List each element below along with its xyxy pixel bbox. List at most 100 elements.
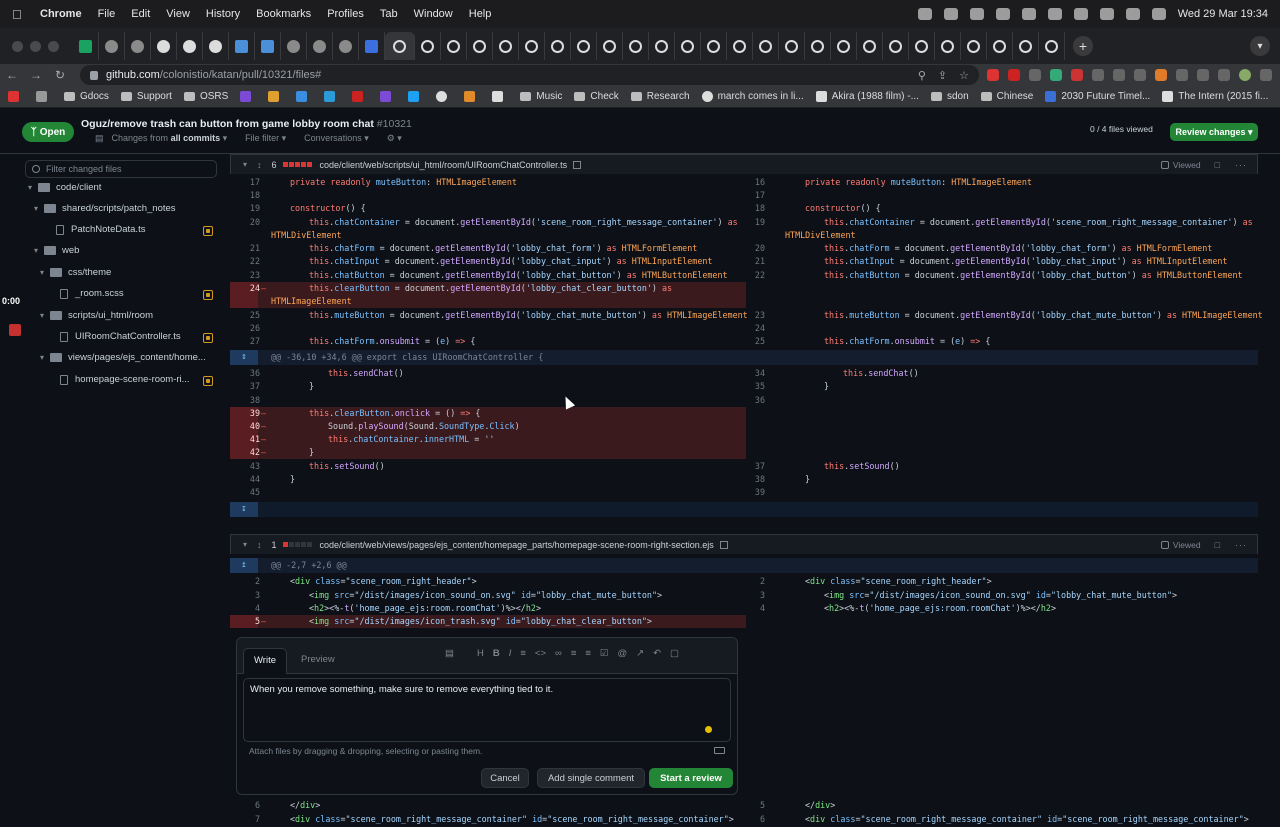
search-icon[interactable]: [1125, 8, 1140, 20]
status-app-icon[interactable]: [1047, 8, 1062, 20]
address-bar[interactable]: github.com/colonistio/katan/pull/10321/f…: [80, 65, 979, 85]
extension-icon[interactable]: [1092, 69, 1104, 81]
copy-icon[interactable]: [573, 160, 582, 169]
menu-edit[interactable]: Edit: [131, 8, 150, 20]
sidepanel-icon[interactable]: [1218, 69, 1230, 81]
zoom-icon[interactable]: ⚲: [918, 69, 926, 82]
collapse-chevron-icon[interactable]: ▾: [243, 540, 247, 549]
tab-preview[interactable]: Preview: [291, 648, 345, 674]
comment-icon[interactable]: □: [1215, 160, 1221, 170]
browser-tab[interactable]: [727, 32, 753, 60]
browser-tab[interactable]: [441, 32, 467, 60]
tree-folder-css-theme[interactable]: ▾ css/theme: [40, 267, 111, 278]
bookmark-item[interactable]: [408, 91, 424, 102]
menu-file[interactable]: File: [98, 8, 116, 20]
browser-tab[interactable]: [467, 32, 493, 60]
menu-view[interactable]: View: [166, 8, 190, 20]
zoom-window-button[interactable]: [48, 40, 59, 52]
line-number[interactable]: 4: [230, 602, 260, 615]
line-number[interactable]: 24: [735, 322, 765, 335]
viewed-checkbox[interactable]: Viewed: [1160, 160, 1201, 170]
browser-tab[interactable]: [415, 32, 441, 60]
browser-tab[interactable]: [961, 32, 987, 60]
browser-tab[interactable]: [99, 32, 125, 60]
wifi-icon[interactable]: [1099, 8, 1114, 20]
line-number[interactable]: 21: [230, 242, 260, 255]
menu-tab[interactable]: Tab: [380, 8, 398, 20]
expand-down-icon[interactable]: ↧: [230, 502, 258, 517]
browser-tab[interactable]: [571, 32, 597, 60]
bookmark-item[interactable]: [436, 91, 452, 102]
gear-icon[interactable]: ⚙ ▾: [387, 133, 402, 144]
expand-lines-icon[interactable]: ↕: [230, 350, 258, 365]
browser-tab[interactable]: [125, 32, 151, 60]
browser-tab[interactable]: [493, 32, 519, 60]
conversations-dropdown[interactable]: Conversations ▾: [304, 133, 369, 144]
line-number[interactable]: 20: [230, 216, 260, 229]
bookmark-item[interactable]: [380, 91, 396, 102]
line-number[interactable]: 5: [230, 615, 260, 628]
extension-icon[interactable]: [1008, 69, 1020, 81]
browser-tab[interactable]: [519, 32, 545, 60]
menu-history[interactable]: History: [206, 8, 240, 20]
line-number[interactable]: 21: [735, 255, 765, 268]
browser-tab[interactable]: [987, 32, 1013, 60]
line-number[interactable]: 42: [230, 446, 260, 459]
line-number[interactable]: 16: [735, 176, 765, 189]
menu-help[interactable]: Help: [469, 8, 492, 20]
bookmark-research[interactable]: Research: [630, 91, 690, 102]
bookmark-sdon[interactable]: sdon: [930, 91, 969, 102]
kebab-menu-icon[interactable]: ···: [1235, 540, 1247, 550]
browser-tab[interactable]: [1039, 32, 1065, 60]
browser-tab[interactable]: [255, 32, 281, 60]
browser-tab[interactable]: [675, 32, 701, 60]
browser-tab[interactable]: [307, 32, 333, 60]
menu-profiles[interactable]: Profiles: [327, 8, 364, 20]
bookmark-chinese[interactable]: Chinese: [980, 91, 1033, 102]
browser-tab[interactable]: [909, 32, 935, 60]
line-number[interactable]: 44: [230, 473, 260, 486]
collapse-chevron-icon[interactable]: ▾: [243, 160, 247, 169]
line-number[interactable]: 27: [230, 335, 260, 348]
start-review-button[interactable]: Start a review: [649, 768, 733, 788]
bookmark-support[interactable]: Support: [120, 91, 172, 102]
line-number[interactable]: 22: [230, 255, 260, 268]
browser-tab[interactable]: [753, 32, 779, 60]
task-list-icon[interactable]: ☑: [600, 648, 609, 659]
bookmark-march[interactable]: march comes in li...: [701, 91, 804, 102]
status-app-icon[interactable]: [995, 8, 1010, 20]
bookmark-akira[interactable]: Akira (1988 film) -...: [815, 91, 919, 102]
expand-all-icon[interactable]: ↕: [257, 540, 262, 550]
metamask-extension-icon[interactable]: [1155, 69, 1167, 81]
line-number[interactable]: 17: [230, 176, 260, 189]
status-app-icon[interactable]: [943, 8, 958, 20]
line-number[interactable]: 37: [230, 380, 260, 393]
tab-search-chevron-icon[interactable]: ▾: [1250, 36, 1270, 56]
suggestion-icon[interactable]: ▤: [445, 648, 454, 659]
bookmark-item[interactable]: [464, 91, 480, 102]
tree-folder-views-pages[interactable]: ▾ views/pages/ejs_content/home...: [40, 352, 206, 363]
comment-textarea[interactable]: When you remove something, make sure to …: [243, 678, 731, 742]
tree-folder-code-client[interactable]: ▾ code/client: [28, 182, 101, 193]
close-window-button[interactable]: [12, 40, 23, 52]
line-number[interactable]: 2: [735, 575, 765, 588]
browser-tab[interactable]: [229, 32, 255, 60]
line-number[interactable]: 23: [230, 269, 260, 282]
bookmark-check[interactable]: Check: [574, 91, 619, 102]
numbered-list-icon[interactable]: ≡: [585, 648, 591, 659]
back-arrow-icon[interactable]: ←: [0, 68, 24, 82]
line-number[interactable]: 34: [735, 367, 765, 380]
line-number[interactable]: 3: [230, 589, 260, 602]
grammar-indicator-icon[interactable]: [705, 726, 712, 733]
browser-tab[interactable]: [597, 32, 623, 60]
bookmark-item[interactable]: [240, 91, 256, 102]
sidebar-toggle-icon[interactable]: ▤: [95, 133, 104, 143]
extension-icon[interactable]: [1113, 69, 1125, 81]
bookmark-item[interactable]: [36, 91, 52, 102]
file-path[interactable]: code/client/web/views/pages/ejs_content/…: [320, 540, 714, 550]
browser-tab[interactable]: [151, 32, 177, 60]
battery-icon[interactable]: [1073, 8, 1088, 20]
filter-files-input[interactable]: Filter changed files: [25, 160, 217, 178]
browser-tab[interactable]: [545, 32, 571, 60]
tree-file-room-scss[interactable]: _room.scss: [60, 288, 124, 299]
